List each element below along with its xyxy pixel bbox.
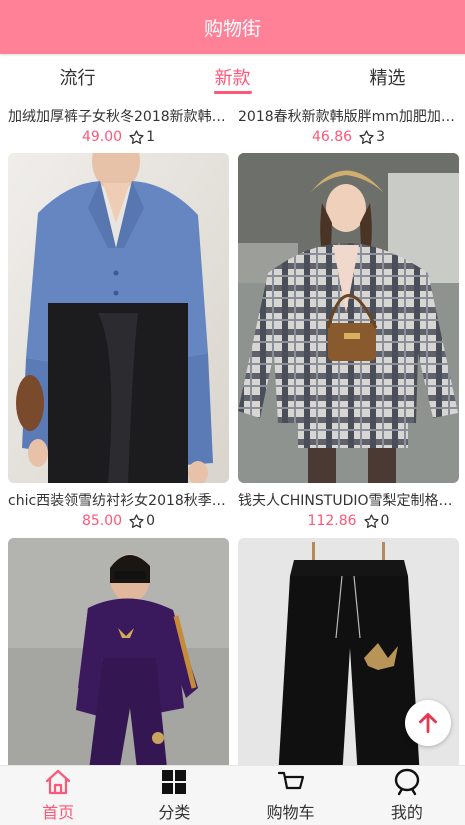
goods-collect: 3 [358, 129, 385, 146]
tab-bar: 首页 分类 购物车 我的 [0, 765, 465, 825]
cart-icon [277, 771, 304, 790]
plaid-blazer-photo [238, 153, 459, 483]
collect-count: 1 [146, 129, 155, 145]
goods-info: 46.86 3 [238, 127, 459, 147]
goods-price: 46.86 [311, 129, 353, 145]
tab-bar-label: 我的 [390, 803, 423, 822]
star-icon [129, 513, 144, 528]
goods-item[interactable]: chic西装领雪纺衬衫女2018秋季新款 85.00 0 [8, 153, 229, 531]
collect-count: 3 [376, 129, 385, 145]
tab-pop[interactable]: 流行 [0, 54, 155, 100]
back-to-top-button[interactable] [405, 700, 451, 746]
goods-title: chic西装领雪纺衬衫女2018秋季新款 [8, 493, 229, 509]
tab-bar-profile[interactable]: 我的 [349, 766, 465, 825]
tab-label: 流行 [59, 68, 96, 89]
goods-list[interactable]: 加绒加厚裤子女秋冬2018新款韩版宽松 49.00 1 [0, 100, 465, 765]
goods-collect: 0 [363, 513, 390, 530]
tab-sell[interactable]: 精选 [310, 54, 465, 100]
tab-bar-label: 分类 [158, 803, 191, 822]
arrow-up-icon [419, 712, 437, 734]
collect-count: 0 [380, 513, 390, 529]
goods-collect: 0 [128, 513, 155, 530]
goods-image [8, 538, 229, 765]
tab-bar-cart[interactable]: 购物车 [233, 766, 349, 825]
goods-image [238, 153, 459, 483]
goods-item[interactable]: 2018春秋新款韩版胖mm加肥加大码 46.86 3 [238, 107, 459, 147]
tracksuit-photo [8, 538, 229, 765]
goods-title: 钱夫人CHINSTUDIO雪梨定制格纹西装 [238, 493, 459, 509]
blouse-photo [8, 153, 229, 483]
home-icon [46, 769, 71, 795]
goods-info: 49.00 1 [8, 127, 229, 147]
star-icon [129, 129, 144, 144]
tab-label: 新款 [214, 68, 251, 89]
tab-bar-label: 首页 [42, 803, 75, 822]
goods-price: 85.00 [81, 513, 123, 529]
goods-price: 112.86 [307, 513, 357, 529]
goods-image [8, 153, 229, 483]
goods-title: 加绒加厚裤子女秋冬2018新款韩版宽松 [8, 109, 229, 125]
collect-count: 0 [146, 513, 155, 529]
tab-bar-home[interactable]: 首页 [0, 766, 116, 825]
tab-control: 流行 新款 精选 [0, 54, 465, 100]
category-grid-icon [162, 770, 187, 794]
tab-bar-label: 购物车 [266, 803, 315, 822]
goods-price: 49.00 [81, 129, 123, 145]
page-title: 购物街 [203, 17, 261, 40]
goods-info: 112.86 0 [238, 511, 459, 531]
tab-bar-category[interactable]: 分类 [116, 766, 232, 825]
goods-item[interactable] [8, 538, 229, 765]
profile-icon [394, 768, 420, 796]
navbar: 购物街 [0, 0, 465, 54]
star-icon [363, 513, 379, 528]
tab-label: 精选 [369, 68, 406, 89]
goods-title: 2018春秋新款韩版胖mm加肥加大码 [238, 109, 459, 125]
star-icon [359, 129, 374, 144]
goods-item[interactable]: 钱夫人CHINSTUDIO雪梨定制格纹西装 112.86 0 [238, 153, 459, 531]
goods-item[interactable]: 加绒加厚裤子女秋冬2018新款韩版宽松 49.00 1 [8, 107, 229, 147]
goods-info: 85.00 0 [8, 511, 229, 531]
tab-new[interactable]: 新款 [155, 54, 310, 100]
goods-collect: 1 [128, 129, 155, 146]
